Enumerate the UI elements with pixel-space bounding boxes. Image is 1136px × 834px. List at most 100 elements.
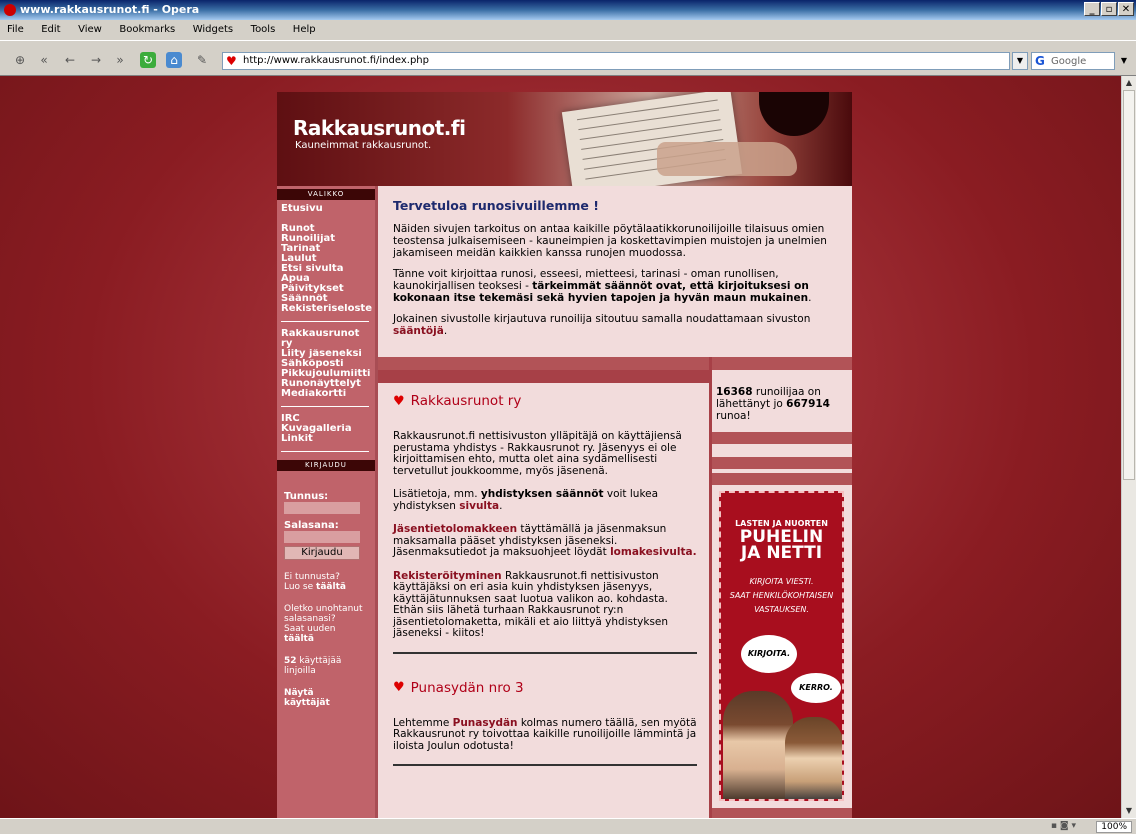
vertical-scrollbar[interactable]: ▲ ▼ [1121, 76, 1136, 818]
nav-link-mediakortti[interactable]: Mediakortti [277, 389, 375, 399]
rules-link[interactable]: sääntöjä [393, 325, 444, 337]
site-title[interactable]: Rakkausrunot.fi [293, 116, 466, 140]
zoom-level[interactable]: 100% [1096, 821, 1132, 833]
forward-icon[interactable]: → [88, 52, 104, 68]
close-button[interactable]: ✕ [1118, 2, 1134, 16]
member-form-link[interactable]: Jäsentietolomakkeen [393, 523, 517, 535]
forgot-text-3: Saat uuden [284, 624, 336, 634]
nav-link-pikkujoulumiitti[interactable]: Pikkujoulumiitti [277, 369, 375, 379]
advertisement-banner[interactable]: LASTEN JA NUORTEN PUHELIN JA NETTI KIRJO… [719, 491, 844, 801]
create-account-line: Luo se täältä [277, 582, 375, 592]
news-paragraph: Rekisteröityminen Rakkausrunot.fi nettis… [393, 570, 697, 640]
nav-link-runonayttelyt[interactable]: Runonäyttelyt [277, 379, 375, 389]
nav-link-kuvagalleria[interactable]: Kuvagalleria [277, 424, 375, 434]
form-page-link[interactable]: lomakesivulta. [610, 546, 697, 558]
ad-illustration-girl [723, 691, 793, 799]
ad-text: KIRJOITA VIESTI. [749, 577, 814, 586]
nav-link-etsi[interactable]: Etsi sivulta [277, 264, 375, 274]
online-text-1: käyttäjää [299, 656, 342, 666]
punasydan-link[interactable]: Punasydän [453, 717, 518, 729]
ad-headline: JA NETTI [740, 543, 823, 563]
news-paragraph: Lisätietoja, mm. yhdistyksen säännöt voi… [393, 488, 697, 512]
nav-link-liity[interactable]: Liity jäseneksi [277, 349, 375, 359]
nav-link-rekisteriseloste[interactable]: Rekisteriseloste [277, 304, 375, 314]
divider-strip [712, 473, 852, 485]
search-dropdown-icon[interactable]: ▼ [1116, 52, 1132, 70]
news-item-header: ♥ Rakkausrunot ry [393, 393, 697, 409]
news-separator [393, 651, 697, 654]
username-input[interactable] [284, 502, 360, 514]
scrollbar-thumb[interactable] [1123, 90, 1135, 480]
welcome-paragraph-2: Tänne voit kirjoittaa runosi, esseesi, m… [393, 268, 842, 304]
menu-file[interactable]: File [0, 20, 31, 35]
nav-link-apua[interactable]: Apua [277, 274, 375, 284]
forgot-text-1: Oletko unohtanut [284, 604, 363, 614]
create-account-link[interactable]: täältä [316, 582, 346, 592]
menu-bookmarks[interactable]: Bookmarks [112, 20, 182, 35]
login-button[interactable]: Kirjaudu [284, 546, 360, 560]
window-titlebar: www.rakkausrunot.fi - Opera _ ▫ ✕ [0, 0, 1136, 20]
nav-link-etusivu[interactable]: Etusivu [277, 204, 375, 214]
right-sidebar: 16368 runoilijaa on lähettänyt jo 667914… [712, 370, 852, 818]
home-icon[interactable]: ⌂ [166, 52, 182, 68]
news-column: ♥ Rakkausrunot ry Rakkausrunot.fi nettis… [378, 383, 709, 818]
nav-link-paivitykset[interactable]: Päivitykset [277, 284, 375, 294]
google-icon: G [1035, 54, 1045, 68]
nav-link-linkit[interactable]: Linkit [277, 434, 375, 444]
status-icons[interactable]: ▪ ◙ ▾ [1051, 821, 1076, 831]
site-heart-icon: ♥ [226, 54, 237, 68]
site-stats: 16368 runoilijaa on lähettänyt jo 667914… [712, 386, 852, 422]
menu-help[interactable]: Help [286, 20, 323, 35]
nav-link-sahkoposti[interactable]: Sähköposti [277, 359, 375, 369]
online-text-2: linjoilla [284, 666, 316, 676]
menu-view[interactable]: View [71, 20, 109, 35]
welcome-paragraph-1: Näiden sivujen tarkoitus on antaa kaikil… [393, 223, 827, 259]
nav-link-irc[interactable]: IRC [277, 414, 375, 424]
nav-link-rakkausrunot-ry[interactable]: Rakkausrunot ry [277, 329, 367, 349]
rewind-icon[interactable]: « [36, 52, 52, 68]
nav-link-runot[interactable]: Runot [277, 224, 375, 234]
poem-count: 667914 [786, 398, 830, 410]
maximize-button[interactable]: ▫ [1101, 2, 1117, 16]
minimize-button[interactable]: _ [1084, 2, 1100, 16]
menu-edit[interactable]: Edit [34, 20, 67, 35]
address-bar[interactable]: ♥ http://www.rakkausrunot.fi/index.php [222, 52, 1010, 70]
registration-link[interactable]: Rekisteröityminen [393, 570, 502, 582]
scroll-down-icon[interactable]: ▼ [1122, 804, 1136, 818]
nav-link-laulut[interactable]: Laulut [277, 254, 375, 264]
divider-strip [378, 357, 852, 370]
news-paragraph: Rakkausrunot.fi nettisivuston ylläpitäjä… [393, 430, 682, 477]
new-tab-icon[interactable]: ⊕ [12, 52, 28, 68]
ad-text: SAAT HENKILÖKOHTAISEN [729, 591, 834, 600]
address-dropdown-icon[interactable]: ▼ [1012, 52, 1028, 70]
heart-icon: ♥ [393, 393, 405, 409]
divider-strip [712, 432, 852, 444]
ad-frame: LASTEN JA NUORTEN PUHELIN JA NETTI KIRJO… [712, 486, 852, 806]
scroll-up-icon[interactable]: ▲ [1122, 76, 1136, 90]
forgot-password-link[interactable]: täältä [284, 634, 314, 644]
address-url[interactable]: http://www.rakkausrunot.fi/index.php [243, 55, 429, 66]
show-users-link[interactable]: Näytä käyttäjät [284, 688, 330, 708]
page-viewport: Rakkausrunot.fi Kauneimmat rakkausrunot.… [0, 76, 1121, 818]
divider-strip [712, 808, 852, 818]
search-field[interactable]: G Google [1031, 52, 1115, 70]
left-sidebar: VALIKKO Etusivu Runot Runoilijat Tarinat… [277, 186, 375, 818]
fast-forward-icon[interactable]: » [112, 52, 128, 68]
edit-icon[interactable]: ✎ [194, 52, 210, 68]
navigation-toolbar: ⊕ « ← → » ↻ ⌂ ✎ ♥ http://www.rakkausruno… [0, 40, 1136, 76]
opera-logo-icon [4, 4, 16, 16]
password-input[interactable] [284, 531, 360, 543]
no-account-text: Ei tunnusta? [284, 572, 340, 582]
nav-link-tarinat[interactable]: Tarinat [277, 244, 375, 254]
online-users-line: 52 käyttäjää [277, 656, 375, 666]
nav-link-runoilijat[interactable]: Runoilijat [277, 234, 375, 244]
ad-illustration-boy [785, 717, 842, 799]
divider-strip [712, 457, 852, 469]
reload-icon[interactable]: ↻ [140, 52, 156, 68]
nav-link-saannot[interactable]: Säännöt [277, 294, 375, 304]
menu-tools[interactable]: Tools [244, 20, 283, 35]
menu-widgets[interactable]: Widgets [186, 20, 240, 35]
association-page-link[interactable]: sivulta [459, 500, 499, 512]
back-icon[interactable]: ← [62, 52, 78, 68]
sidebar-divider [281, 406, 369, 407]
